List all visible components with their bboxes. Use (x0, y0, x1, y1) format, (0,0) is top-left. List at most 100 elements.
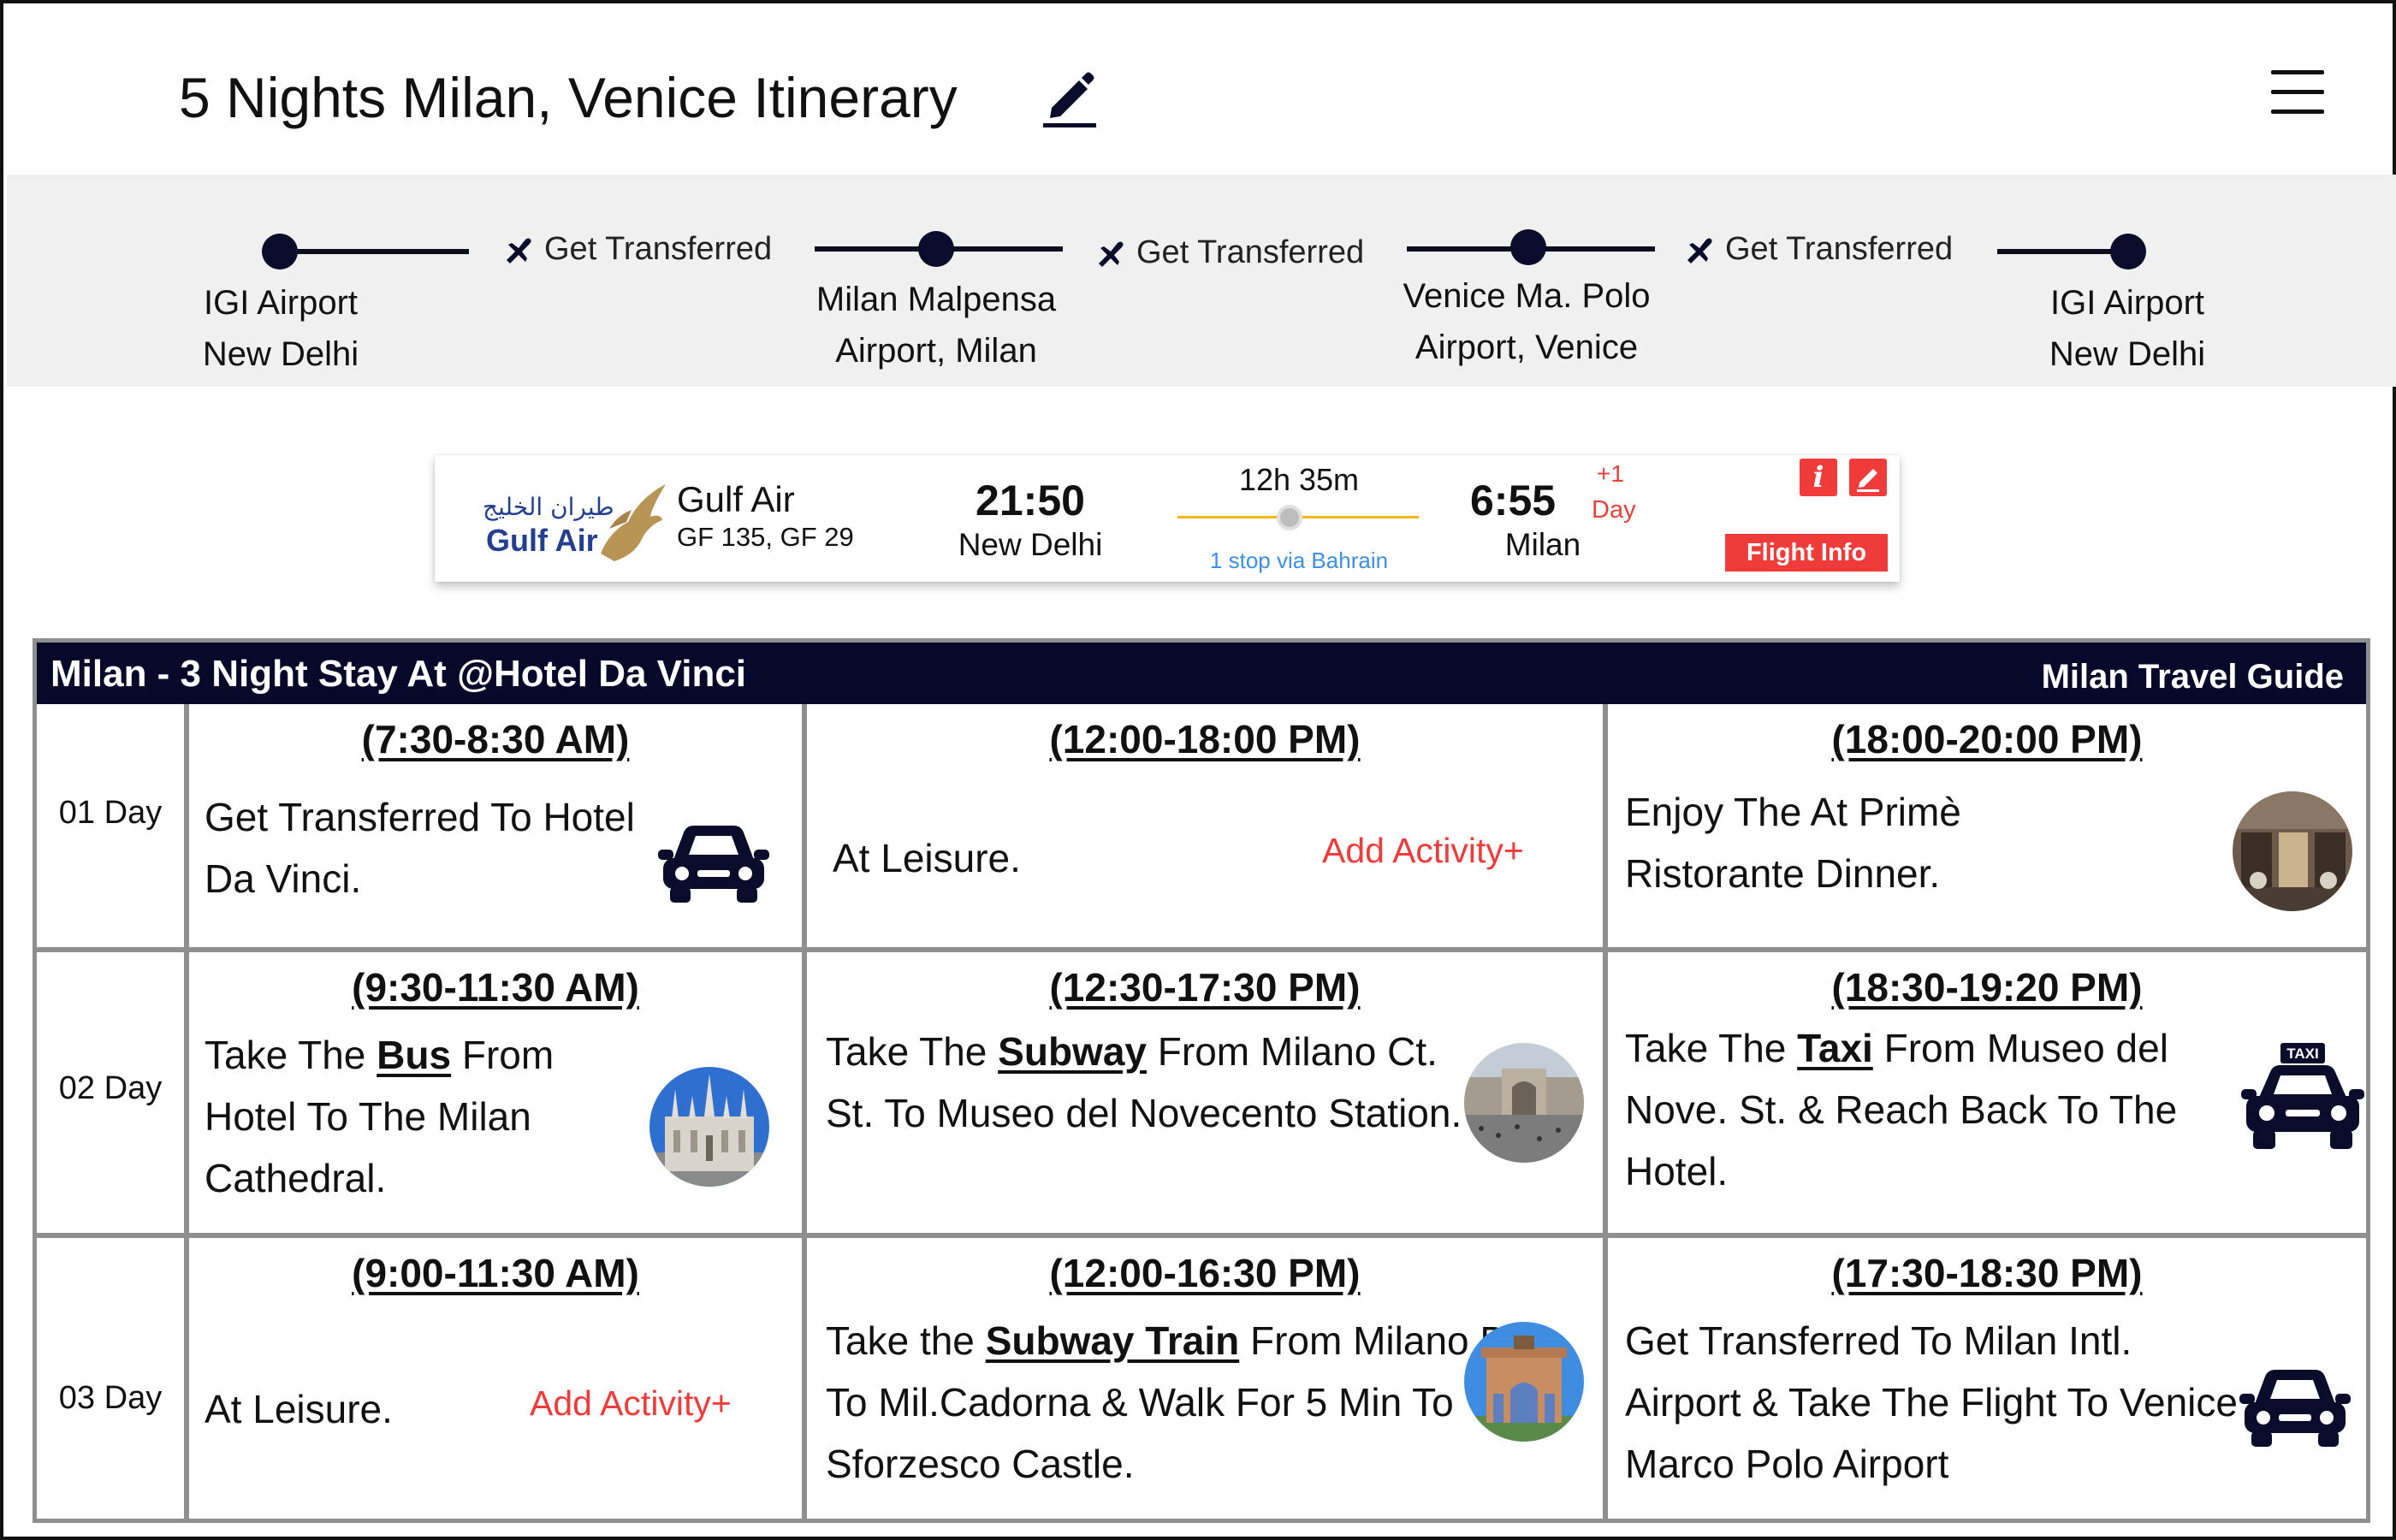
day-label-02: 02 Day (58, 1070, 163, 1106)
route-stop-1: IGI Airport New Delhi (92, 277, 469, 380)
transport-mode[interactable]: Bus (377, 1033, 451, 1077)
activity-description: Get Transferred To Milan Intl. Airport &… (1625, 1318, 2238, 1486)
info-icon: i (1812, 460, 1824, 495)
activity-cell[interactable]: (9:00-11:30 AM) At Leisure. Add Activity… (189, 1238, 802, 1519)
car-icon (658, 820, 769, 906)
stop-info-link[interactable]: 1 stop via Bahrain (1111, 548, 1487, 574)
route-stop-3: Venice Ma. Polo Airport, Venice (1338, 270, 1715, 373)
transfer-text: Get Transferred (1725, 231, 1954, 267)
route-stop-2: Milan Malpensa Airport, Milan (748, 274, 1124, 376)
activity-description: At Leisure. (205, 1387, 393, 1431)
activity-cell[interactable]: (17:30-18:30 PM) Get Transferred To Mila… (1608, 1238, 2366, 1519)
add-activity-button[interactable]: Add Activity+ (530, 1383, 732, 1424)
time-slot: (9:00-11:30 AM) (352, 1251, 639, 1295)
transfer-text: Get Transferred (1136, 234, 1365, 270)
time-slot: (18:00-20:00 PM) (1831, 717, 2143, 761)
activity-cell[interactable]: (9:30-11:30 AM) Take The Bus From Hotel … (189, 952, 802, 1233)
route-segment (279, 249, 469, 254)
activity-text: Take The (826, 1029, 999, 1074)
logo-arabic-text: طيران الخليج (483, 493, 614, 521)
stay-schedule-table: Milan - 3 Night Stay At @Hotel Da Vinci … (33, 638, 2370, 1523)
time-slot: (17:30-18:30 PM) (1831, 1251, 2143, 1295)
route-stop-name: Venice Ma. Polo (1403, 277, 1651, 315)
activity-cell[interactable]: (12:00-16:30 PM) Take the Subway Train F… (807, 1238, 1603, 1519)
activity-cell[interactable]: (18:00-20:00 PM) Enjoy The At Primè Rist… (1608, 704, 2366, 947)
route-stop-marker (1510, 229, 1546, 265)
hamburger-menu-icon[interactable] (2271, 70, 2324, 115)
activity-text: Take The (1625, 1026, 1798, 1070)
arrival-time: 6:55 (1470, 477, 1557, 524)
route-stop-city: New Delhi (2049, 335, 2206, 373)
plane-icon (1687, 238, 1712, 264)
flight-info-button[interactable]: Flight Info (1725, 534, 1888, 572)
edit-pencil-icon (1857, 469, 1879, 492)
route-timeline: IGI Airport New Delhi Get Transferred Mi… (7, 175, 2396, 387)
day-label-03: 03 Day (58, 1380, 163, 1416)
time-slot: (9:30-11:30 AM) (352, 965, 639, 1010)
activity-cell[interactable]: (12:00-18:00 PM) At Leisure. Add Activit… (807, 704, 1603, 947)
transfer-label-2: Get Transferred (1095, 234, 1364, 271)
route-stop-city: New Delhi (202, 335, 359, 373)
route-stop-city: Airport, Milan (835, 332, 1037, 370)
taxi-sign: TAXI (2286, 1045, 2318, 1062)
transport-mode[interactable]: Taxi (1797, 1026, 1873, 1070)
travel-guide-link[interactable]: Milan Travel Guide (2042, 658, 2344, 696)
transfer-text: Get Transferred (544, 231, 773, 267)
activity-text: Take the (826, 1318, 986, 1363)
edit-pencil-icon[interactable] (1035, 63, 1103, 132)
activity-cell[interactable]: (7:30-8:30 AM) Get Transferred To Hotel … (189, 704, 802, 947)
activity-description: Take The Taxi From Museo del Nove. St. &… (1625, 1017, 2207, 1202)
arrival-day-label: Day (1592, 496, 1636, 524)
gulf-air-logo: طيران الخليج Gulf Air (481, 472, 669, 566)
route-stop-name: Milan Malpensa (815, 281, 1057, 318)
activity-description: At Leisure. (833, 836, 1021, 880)
time-slot: (7:30-8:30 AM) (361, 717, 630, 761)
stay-header: Milan - 3 Night Stay At @Hotel Da Vinci … (37, 643, 2366, 704)
itinerary-page: 5 Nights Milan, Venice Itinerary IGI Air… (0, 0, 2396, 1540)
flight-duration: 12h 35m (1238, 462, 1360, 497)
stay-title: Milan - 3 Night Stay At @Hotel Da Vinci (50, 653, 747, 695)
route-stop-city: Airport, Venice (1414, 329, 1639, 366)
arrival-day-offset: +1 (1597, 460, 1624, 487)
taxi-icon: TAXI (2241, 1043, 2364, 1154)
plane-icon (507, 238, 531, 264)
restaurant-photo (2233, 791, 2352, 911)
transfer-label-3: Get Transferred (1684, 231, 1953, 268)
edit-flight-button[interactable] (1849, 459, 1887, 496)
stopover-marker (1277, 505, 1302, 530)
activity-text: Take The (205, 1033, 377, 1077)
transport-mode[interactable]: Subway Train (986, 1318, 1240, 1363)
activity-cell[interactable]: (18:30-19:20 PM) Take The Taxi From Muse… (1608, 952, 2366, 1233)
flight-card[interactable]: طيران الخليج Gulf Air Gulf Air GF 135, G… (435, 455, 1900, 582)
route-stop-marker (2110, 234, 2146, 270)
time-slot: (12:00-16:30 PM) (1049, 1251, 1361, 1295)
activity-description: Get Transferred To Hotel Da Vinci. (205, 795, 635, 901)
time-slot: (18:30-19:20 PM) (1831, 965, 2143, 1010)
airline-name: Gulf Air (677, 479, 795, 519)
duomo-square-photo (1464, 1043, 1584, 1163)
page-title: 5 Nights Milan, Venice Itinerary (179, 66, 958, 129)
add-activity-button[interactable]: Add Activity+ (1322, 831, 1524, 871)
route-stop-name: IGI Airport (2049, 284, 2205, 322)
day-label-01: 01 Day (58, 795, 163, 831)
flight-numbers: GF 135, GF 29 (677, 522, 854, 552)
activity-description: Take the Subway Train From Milano Br. To… (826, 1310, 1579, 1495)
time-slot: (12:30-17:30 PM) (1049, 965, 1361, 1010)
route-stop-name: IGI Airport (203, 284, 359, 322)
transport-mode[interactable]: Subway (998, 1029, 1147, 1074)
milan-cathedral-photo (649, 1067, 769, 1187)
activity-description: Enjoy The At Primè Ristorante Dinner. (1625, 790, 1961, 896)
route-stop-marker (918, 231, 954, 267)
logo-text: Gulf Air (486, 523, 598, 558)
route-stop-4: IGI Airport New Delhi (1939, 277, 2316, 380)
arrival-city: Milan (1504, 527, 1581, 562)
info-button[interactable]: i (1800, 459, 1837, 496)
arch-of-peace-photo (1464, 1322, 1584, 1442)
transfer-label-1: Get Transferred (503, 231, 772, 268)
route-stop-marker (262, 234, 298, 270)
time-slot: (12:00-18:00 PM) (1049, 717, 1361, 761)
activity-description: Take The Subway From Milano Ct. St. To M… (826, 1021, 1468, 1144)
plane-icon (1099, 241, 1124, 267)
activity-cell[interactable]: (12:30-17:30 PM) Take The Subway From Mi… (807, 952, 1603, 1233)
activity-description: Take The Bus From Hotel To The Milan Cat… (205, 1024, 649, 1209)
